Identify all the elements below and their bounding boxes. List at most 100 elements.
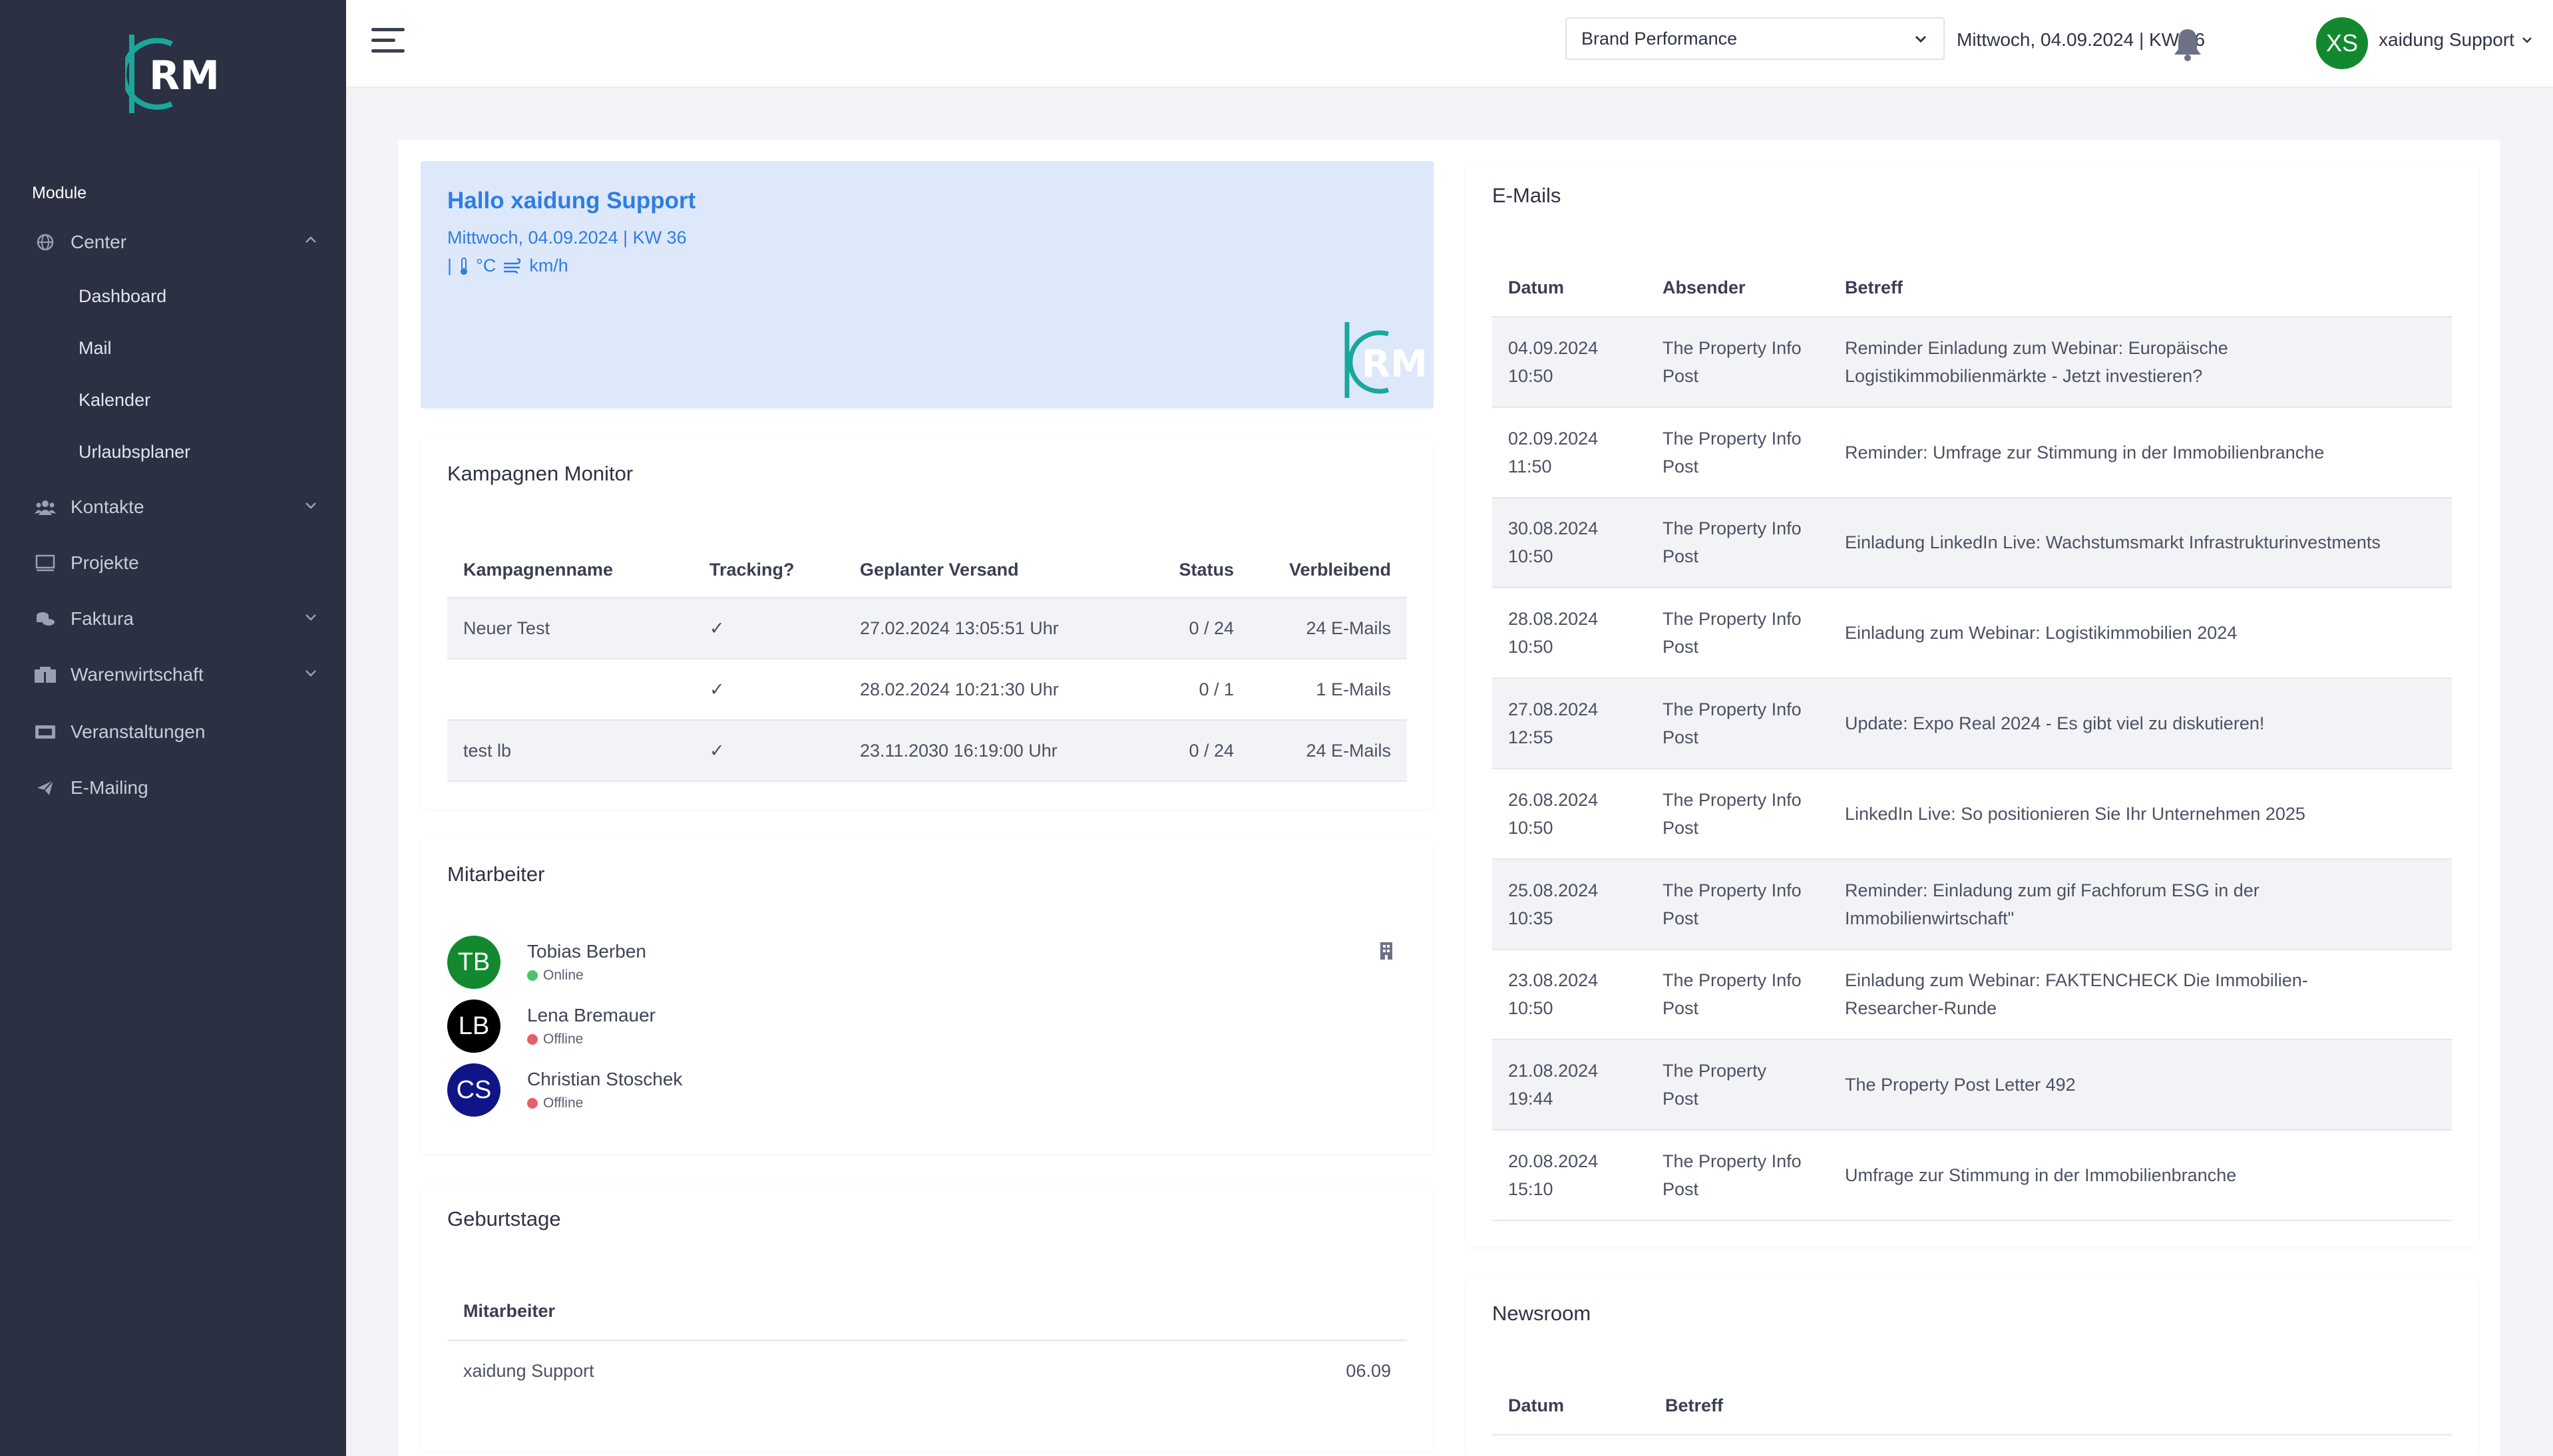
brand-select[interactable]: Brand Performance	[1565, 17, 1945, 60]
email-row[interactable]: 26.08.2024 10:50 The Property Info Post Link…	[1492, 769, 2452, 859]
status-dot	[527, 1034, 538, 1045]
chevron-down-icon	[305, 614, 316, 621]
mitarbeiter-title: Mitarbeiter	[447, 862, 545, 886]
user-avatar[interactable]: XS	[2316, 17, 2368, 69]
col-betreff[interactable]: Betreff	[1829, 260, 2452, 317]
chevron-down-icon	[305, 670, 316, 677]
crm-logo[interactable]: RM	[125, 31, 224, 117]
table-header-row: Kampagnenname Tracking? Geplanter Versan…	[447, 543, 1407, 598]
col-mitarbeiter[interactable]: Mitarbeiter	[447, 1283, 1099, 1340]
col-kampagnenname[interactable]: Kampagnenname	[447, 543, 693, 598]
cell-subject-line: Umfrage zur Stimmung in der Immobilienbr…	[1845, 1165, 2237, 1186]
cell-date-line: 10:50	[1508, 365, 1553, 386]
check-icon: ✓	[709, 679, 725, 699]
menu-toggle-icon[interactable]	[371, 28, 405, 57]
user-menu[interactable]: xaidung Support	[2379, 29, 2533, 51]
nav-emailing[interactable]: E-Mailing	[32, 768, 318, 808]
email-row[interactable]: 04.09.2024 10:50 The Property Info Post Remi…	[1492, 317, 2452, 407]
nav-kontakte[interactable]: Kontakte	[32, 487, 318, 527]
welcome-card: Hallo xaidung Support Mittwoch, 04.09.20…	[421, 161, 1434, 409]
email-row[interactable]: 25.08.2024 10:35 The Property Info Post Remi…	[1492, 858, 2452, 950]
cell-date: 06.09	[1346, 1361, 1391, 1381]
cell-subject-line: LinkedIn Live: So positionieren Sie Ihr …	[1845, 803, 2305, 824]
col-tracking[interactable]: Tracking?	[693, 543, 844, 598]
cell-name	[447, 659, 693, 720]
svg-text:RM: RM	[149, 53, 220, 99]
nav-emailing-label: E-Mailing	[71, 777, 148, 798]
welcome-title: Hallo xaidung Support	[447, 188, 696, 214]
cell-status: 0 / 24	[1189, 618, 1234, 638]
cell-subject-line: Immobilienwirtschaft"	[1845, 908, 2015, 928]
cell-sender: The Property Info Post	[1647, 498, 1829, 588]
brand-select-value: Brand Performance	[1581, 28, 1738, 49]
nav-center[interactable]: Center	[32, 222, 318, 262]
col-status[interactable]: Status	[1131, 543, 1250, 598]
cell-sender-line: The Property Info	[1663, 1151, 1802, 1172]
building-icon[interactable]	[1379, 941, 1394, 961]
cell-verbleibend: 1 E-Mails	[1316, 679, 1391, 699]
email-row[interactable]: 21.08.2024 19:44 The Property Post The Prope…	[1492, 1039, 2452, 1131]
email-row[interactable]: 27.08.2024 12:55 The Property Info Post Upda…	[1492, 678, 2452, 769]
email-row[interactable]: 02.09.2024 11:50 The Property Info Post Remi…	[1492, 407, 2452, 498]
col-verbleibend[interactable]: Verbleibend	[1250, 543, 1407, 598]
crm-watermark-logo: RM	[1344, 322, 1428, 398]
email-row[interactable]: 30.08.2024 10:50 The Property Info Post Einl…	[1492, 497, 2452, 588]
cell-date-line: 30.08.2024	[1508, 518, 1599, 539]
check-icon: ✓	[709, 618, 725, 638]
status-dot	[527, 1098, 538, 1109]
table-row[interactable]: test lb ✓ 23.11.2030 16:19:00 Uhr 0 / 24…	[447, 720, 1407, 781]
list-item[interactable]: TB Tobias Berben Online	[447, 936, 646, 989]
cell-sender-line: The Property Info	[1663, 970, 1802, 991]
cell-sender-line: Post	[1663, 817, 1699, 838]
sidebar: RM Module Center Dashboard Mail Kalender…	[0, 0, 346, 1456]
cell-sender-line: The Property Info	[1663, 880, 1802, 900]
nav-warenwirtschaft[interactable]: Warenwirtschaft	[32, 655, 318, 695]
table-row[interactable]: xaidung Support 06.09	[447, 1340, 1407, 1401]
sidebar-item-dashboard[interactable]: Dashboard	[79, 279, 166, 313]
cell-sender-line: The Property Info	[1663, 789, 1802, 810]
table-row[interactable]: Neuer Test ✓ 27.02.2024 13:05:51 Uhr 0 /…	[447, 598, 1407, 659]
nav-veranstaltungen[interactable]: Veranstaltungen	[32, 712, 318, 752]
list-item[interactable]: CS Christian Stoschek Offline	[447, 1063, 682, 1117]
email-row[interactable]: 28.08.2024 10:50 The Property Info Post Einl…	[1492, 588, 2452, 679]
list-item[interactable]: LB Lena Bremauer Offline	[447, 1000, 656, 1053]
temp-unit: °C	[476, 256, 496, 275]
person-name: Tobias Berben	[527, 941, 647, 962]
cell-subject: Update: Expo Real 2024 - Es gibt viel zu…	[1829, 678, 2452, 769]
emails-title: E-Mails	[1492, 184, 1561, 207]
cell-subject: LinkedIn Live: So positionieren Sie Ihr …	[1829, 769, 2452, 859]
email-row[interactable]: 23.08.2024 10:50 The Property Info Post Einl…	[1492, 950, 2452, 1040]
status-label: Offline	[543, 1095, 584, 1111]
col-absender[interactable]: Absender	[1647, 260, 1829, 317]
cell-status: 0 / 24	[1189, 740, 1234, 761]
col-versand[interactable]: Geplanter Versand	[844, 543, 1131, 598]
cell-date: 20.08.2024 15:10	[1492, 1130, 1647, 1220]
email-row[interactable]: 20.08.2024 15:10 The Property Info Post Umfr…	[1492, 1130, 2452, 1220]
cell-sender-line: Post	[1663, 727, 1699, 748]
nav-faktura[interactable]: Faktura	[32, 599, 318, 639]
bell-icon[interactable]	[2170, 25, 2206, 63]
chevron-down-icon	[2522, 37, 2532, 43]
nav-kontakte-label: Kontakte	[71, 496, 144, 517]
cell-subject-line: The Property Post Letter 492	[1845, 1075, 2076, 1095]
newsroom-title: Newsroom	[1492, 1302, 1591, 1325]
chevron-down-icon	[1915, 35, 1927, 43]
sidebar-item-urlaubsplaner[interactable]: Urlaubsplaner	[79, 435, 190, 468]
cell-sender: The Property Info Post	[1647, 588, 1829, 678]
cell-date: 21.08.2024 19:44	[1492, 1039, 1647, 1130]
cell-subject: Reminder: Umfrage zur Stimmung in der Im…	[1829, 407, 2452, 498]
status-label: Offline	[543, 1031, 584, 1047]
col-datum[interactable]: Datum	[1492, 260, 1647, 317]
chevron-up-icon	[305, 236, 316, 243]
col-datum[interactable]: Datum	[1492, 1377, 1649, 1435]
wind-unit: km/h	[529, 256, 568, 275]
col-betreff[interactable]: Betreff	[1649, 1377, 2452, 1435]
cell-subject-line: Einladung zum Webinar: Logistikimmobilie…	[1845, 623, 2238, 643]
nav-projekte[interactable]: Projekte	[32, 543, 318, 583]
sidebar-item-kalender[interactable]: Kalender	[79, 383, 150, 417]
sidebar-item-mail[interactable]: Mail	[79, 331, 112, 365]
cell-name: xaidung Support	[463, 1361, 594, 1381]
table-row[interactable]: ✓ 28.02.2024 10:21:30 Uhr 0 / 1 1 E-Mail…	[447, 659, 1407, 720]
cell-date-line: 12:55	[1508, 727, 1553, 748]
table-header-row: Datum Absender Betreff	[1492, 260, 2452, 317]
